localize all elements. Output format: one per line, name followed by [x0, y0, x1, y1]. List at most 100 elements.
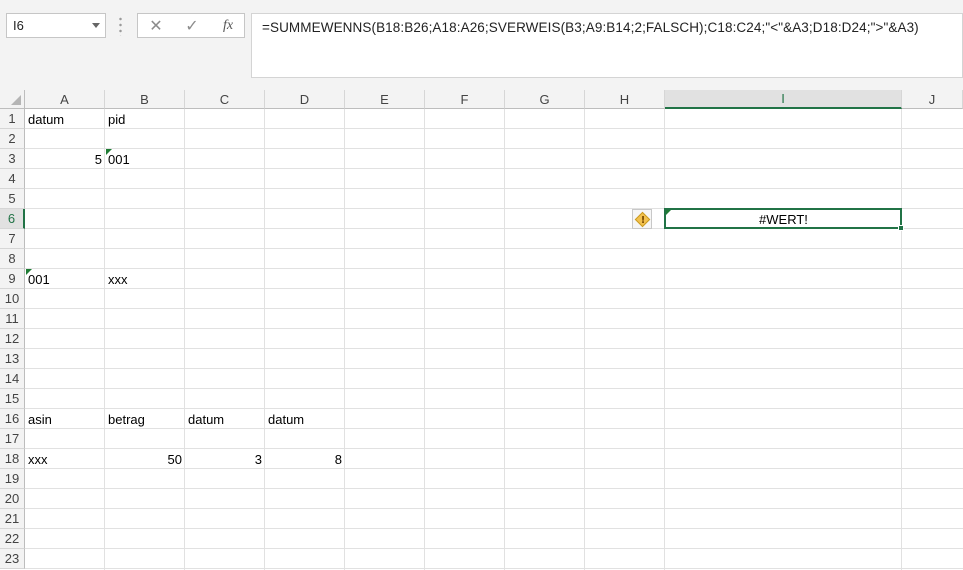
row-header-11[interactable]: 11 [0, 309, 25, 329]
spreadsheet-grid[interactable]: A B C D E F G H I J 1 2 3 4 5 6 7 8 9 10 11 12 13 14 15 16 17 18 19 2… [0, 90, 963, 570]
error-indicator-icon [26, 269, 32, 275]
chevron-down-icon[interactable] [92, 23, 100, 28]
cell-a3[interactable]: 5 [25, 149, 105, 169]
cell-value: datum [188, 411, 225, 427]
column-gridline [184, 109, 185, 570]
check-icon[interactable]: ✓ [182, 17, 202, 35]
column-gridline [264, 109, 265, 570]
row-header-23[interactable]: 23 [0, 549, 25, 569]
row-header-19[interactable]: 19 [0, 469, 25, 489]
cell-b1[interactable]: pid [105, 109, 185, 129]
row-gridline [25, 348, 963, 349]
active-cell-border [664, 208, 902, 229]
column-header-a[interactable]: A [25, 90, 105, 109]
column-header-e[interactable]: E [345, 90, 425, 109]
column-header-b[interactable]: B [105, 90, 185, 109]
row-gridline [25, 308, 963, 309]
cell-b18[interactable]: 50 [105, 449, 185, 469]
column-header-g[interactable]: G [505, 90, 585, 109]
row-gridline [25, 548, 963, 549]
row-header-5[interactable]: 5 [0, 189, 25, 209]
insert-function-button[interactable]: fx [218, 17, 238, 35]
column-header-j[interactable]: J [902, 90, 963, 109]
splitter-handle[interactable] [119, 16, 122, 36]
row-header-17[interactable]: 17 [0, 429, 25, 449]
select-all-button[interactable] [0, 90, 25, 109]
cell-value: asin [28, 411, 52, 427]
row-header-12[interactable]: 12 [0, 329, 25, 349]
row-header-6[interactable]: 6 [0, 209, 25, 229]
column-header-f[interactable]: F [425, 90, 505, 109]
cell-d18[interactable]: 8 [265, 449, 345, 469]
row-gridline [25, 528, 963, 529]
cell-value: pid [108, 111, 126, 127]
row-header-10[interactable]: 10 [0, 289, 25, 309]
cell-a1[interactable]: datum [25, 109, 105, 129]
error-indicator-icon [106, 149, 112, 155]
close-icon[interactable]: ✕ [146, 17, 166, 35]
cell-a18[interactable]: xxx [25, 449, 105, 469]
error-options-button[interactable]: ! [632, 209, 652, 229]
cell-value: 5 [94, 151, 102, 167]
column-gridline [344, 109, 345, 570]
column-header-d[interactable]: D [265, 90, 345, 109]
formula-input[interactable]: =SUMMEWENNS(B18:B26;A18:A26;SVERWEIS(B3;… [251, 13, 963, 78]
row-gridline [25, 328, 963, 329]
row-header-21[interactable]: 21 [0, 509, 25, 529]
cell-b3[interactable]: 001 [105, 149, 185, 169]
cell-value: betrag [108, 411, 145, 427]
column-gridline [664, 109, 665, 570]
cell-c16[interactable]: datum [185, 409, 265, 429]
row-header-16[interactable]: 16 [0, 409, 25, 429]
cell-c18[interactable]: 3 [185, 449, 265, 469]
row-header-3[interactable]: 3 [0, 149, 25, 169]
row-gridline [25, 568, 963, 569]
cell-value: xxx [108, 271, 128, 287]
cell-value: 8 [334, 451, 342, 467]
row-gridline [25, 368, 963, 369]
row-header-1[interactable]: 1 [0, 109, 25, 129]
cell-value: datum [28, 111, 65, 127]
select-all-icon [11, 95, 21, 105]
row-header-22[interactable]: 22 [0, 529, 25, 549]
row-header-9[interactable]: 9 [0, 269, 25, 289]
column-header-c[interactable]: C [185, 90, 265, 109]
row-header-7[interactable]: 7 [0, 229, 25, 249]
column-gridline [901, 109, 902, 570]
row-gridline [25, 508, 963, 509]
cell-b16[interactable]: betrag [105, 409, 185, 429]
column-gridline [424, 109, 425, 570]
row-header-8[interactable]: 8 [0, 249, 25, 269]
row-gridline [25, 388, 963, 389]
row-header-18[interactable]: 18 [0, 449, 25, 469]
column-gridline [504, 109, 505, 570]
row-header-13[interactable]: 13 [0, 349, 25, 369]
row-header-15[interactable]: 15 [0, 389, 25, 409]
name-box-value: I6 [13, 18, 24, 33]
formula-buttons: ✕ ✓ fx [137, 13, 245, 38]
name-box[interactable]: I6 [6, 13, 106, 38]
cell-a9[interactable]: 001 [25, 269, 105, 289]
row-header-14[interactable]: 14 [0, 369, 25, 389]
fx-label: fx [222, 18, 234, 33]
row-header-20[interactable]: 20 [0, 489, 25, 509]
row-gridline [25, 488, 963, 489]
cell-d16[interactable]: datum [265, 409, 345, 429]
formula-text: =SUMMEWENNS(B18:B26;A18:A26;SVERWEIS(B3;… [262, 20, 919, 35]
exclamation-icon: ! [640, 214, 646, 226]
cell-b9[interactable]: xxx [105, 269, 185, 289]
row-header-2[interactable]: 2 [0, 129, 25, 149]
cell-value: xxx [28, 451, 48, 467]
cell-value: 50 [167, 451, 182, 467]
column-gridline [584, 109, 585, 570]
row-gridline [25, 248, 963, 249]
cell-value: datum [268, 411, 305, 427]
formula-bar-area: I6 ✕ ✓ fx =SUMMEWENNS(B18:B26;A18:A26;SV… [0, 0, 963, 90]
row-header-4[interactable]: 4 [0, 169, 25, 189]
cell-a16[interactable]: asin [25, 409, 105, 429]
column-header-i[interactable]: I [665, 90, 902, 109]
column-gridline [104, 109, 105, 570]
column-header-h[interactable]: H [585, 90, 665, 109]
fill-handle[interactable] [898, 225, 904, 231]
row-gridline [25, 188, 963, 189]
